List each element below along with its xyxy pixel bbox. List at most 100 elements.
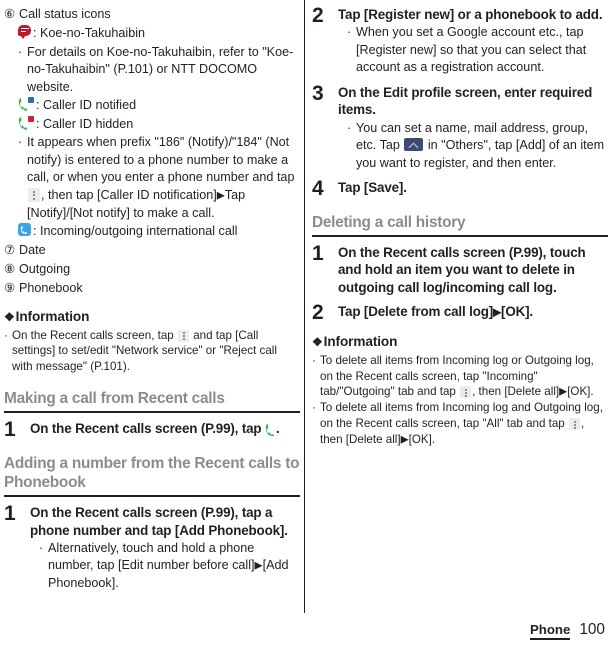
page-footer: Phone 100 [530,622,605,640]
info-part3: [OK]. [408,432,436,446]
bullet-prefix-note: · It appears when prefix "186" (Notify)/… [4,134,300,222]
note-bullet: · When you set a Google account etc., ta… [347,24,608,77]
step-number: 1 [4,502,16,526]
legend-label: Call status icons [19,7,111,21]
bullet-text: You can set a name, mail address, group,… [356,120,608,173]
step-body: Tap [Save]. [338,179,608,196]
legend-marker: ⑨ [4,280,16,295]
legend-marker: ⑧ [4,261,16,276]
information-heading-label: Information [15,308,90,324]
information-heading: ❖Information [4,308,300,326]
bullet-dot: · [18,135,23,149]
section-deleting-a-call-history: Deleting a call history [312,213,608,237]
step-number: 2 [312,301,324,325]
bullet-dot: · [39,540,44,555]
step-number: 2 [312,4,324,27]
caller-id-notified-icon [18,96,35,111]
international-call-icon [18,223,31,236]
section-rule [4,410,300,413]
overflow-menu-icon [460,386,472,399]
legend-label: Date [19,242,46,257]
step-title-part1: Tap [Delete from call log] [338,304,494,320]
step-note: · You can set a name, mail address, grou… [338,120,608,173]
bullet-text: When you set a Google account etc., tap … [356,25,587,75]
step-number: 4 [312,177,324,201]
information-bullet: · To delete all items from Incoming log … [312,400,608,447]
speech-bubble-icon [18,25,31,39]
chevron-up-icon [404,138,424,152]
step-body: On the Recent calls screen (P.99), tap a… [30,504,300,593]
hidden-badge [27,114,35,123]
step-item: 4 Tap [Save]. [312,177,608,201]
right-column: 2 Tap [Register new] or a phonebook to a… [312,0,608,648]
step-item: 1 On the Recent calls screen (P.99), tap… [4,417,300,441]
footer-page-number: 100 [579,621,605,638]
step-number: 1 [4,417,16,441]
step-body: Tap [Register new] or a phonebook to add… [338,6,608,77]
step-title-part1: On the Recent calls screen (P.99), tap [30,420,262,436]
legend-item-phonebook: ⑨ Phonebook [4,280,300,297]
section-title: Adding a number from the Recent calls to… [4,454,300,492]
caller-id-hidden-icon [18,114,35,130]
overflow-menu-icon [178,329,189,342]
step-title-part2: . [276,420,280,436]
notified-badge [27,96,35,104]
bullet-dot: · [312,401,316,415]
overflow-menu-icon [569,418,580,430]
info-part3: [OK]. [567,385,594,399]
icon-desc-caller-id-hidden: : Caller ID hidden [4,114,300,134]
step-body: Tap [Delete from call log]▶[OK]. [338,303,608,322]
section-rule [312,234,608,237]
section-rule [4,494,300,498]
legend-item-date: ⑦ Date [4,242,300,259]
legend-marker: ⑦ [4,242,16,257]
step-title: Tap [Save]. [338,180,407,196]
arrow-icon: ▶ [216,189,225,201]
bullet-text: To delete all items from Incoming log or… [320,353,608,400]
information-heading: ❖Information [312,333,608,351]
step-body: On the Recent calls screen (P.99), tap . [30,420,300,437]
bullet-dot: · [347,120,352,135]
step-title: Tap [Register new] or a phonebook to add… [338,7,603,22]
icon-desc-label: : Caller ID notified [36,98,137,112]
step-item: 2 Tap [Delete from call log]▶[OK]. [312,301,608,325]
arrow-icon: ▶ [493,306,502,319]
information-bullet: · On the Recent calls screen, tap and ta… [4,328,300,375]
column-divider [304,0,306,613]
overflow-menu-icon [28,187,40,202]
step-item: 1 On the Recent calls screen (P.99), tou… [312,241,608,296]
legend-item-outgoing: ⑧ Outgoing [4,261,300,278]
information-heading-label: Information [323,334,398,350]
step-title: On the Recent calls screen (P.99), touch… [338,244,586,295]
step-title: On the Recent calls screen (P.99), tap . [30,420,300,437]
step-title: Tap [Delete from call log]▶[OK]. [338,303,608,322]
icon-desc-koe-no-takuhaibin: : Koe-no-Takuhaibin [4,25,300,43]
left-column: ⑥ Call status icons : Koe-no-Takuhaibin … [4,0,300,648]
footer-chapter: Phone [530,622,571,640]
step-item: 2 Tap [Register new] or a phonebook to a… [312,4,608,77]
information-bullet: · To delete all items from Incoming log … [312,353,608,400]
section-title: Deleting a call history [312,214,466,232]
note-part1: Alternatively, touch and hold a phone nu… [48,540,255,573]
note-bullet: · You can set a name, mail address, grou… [347,120,608,173]
bullet-text: It appears when prefix "186" (Notify)/"1… [27,134,300,222]
arrow-icon: ▶ [559,385,568,398]
diamond-icon: ❖ [312,335,323,350]
step-title-part2: [OK]. [501,304,533,320]
bullet-text: For details on Koe-no-Takuhaibin, refer … [27,44,294,94]
step-title: On the Edit profile screen, enter requir… [338,84,593,118]
phone-handset-icon [265,423,276,436]
section-title: Making a call from Recent calls [4,390,225,408]
bullet-dot: · [18,44,23,59]
step-title: On the Recent calls screen (P.99), tap a… [30,505,288,538]
step-item: 1 On the Recent calls screen (P.99), tap… [4,502,300,593]
prefix-note-part2: , then tap [Caller ID notification] [41,187,217,202]
manual-page: ⑥ Call status icons : Koe-no-Takuhaibin … [0,0,609,648]
bullet-text: To delete all items from Incoming log an… [320,400,608,447]
step-number: 1 [312,241,324,265]
arrow-icon: ▶ [400,433,409,446]
step-note: · Alternatively, touch and hold a phone … [30,540,300,593]
icon-desc-label: : Caller ID hidden [36,116,134,131]
step-body: On the Edit profile screen, enter requir… [338,84,608,172]
bullet-dot: · [312,354,316,368]
